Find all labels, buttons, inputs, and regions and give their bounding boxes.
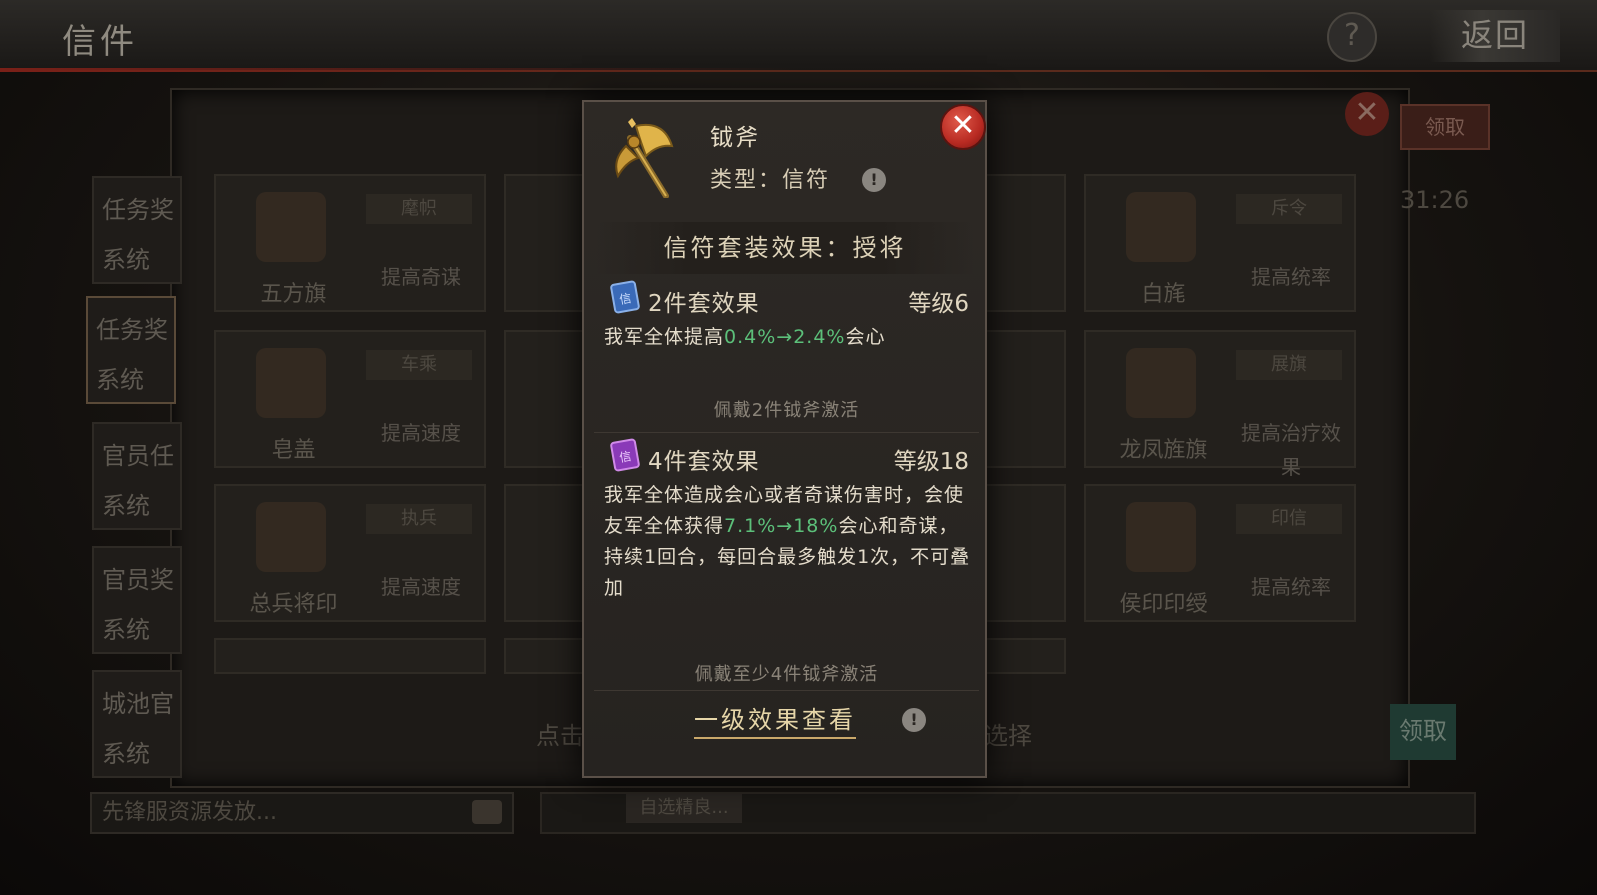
token-icon-blue: 信 [609,279,641,315]
item-tag: 斥令 [1236,194,1342,224]
sidebar-item[interactable]: 官员任 系统 [92,422,182,530]
banner-icon [1126,192,1196,262]
gold-seal-icon [1126,502,1196,572]
sidebar-item-title: 城池官 [102,690,174,718]
item-card[interactable]: 执兵 总兵将印 提高速度 [214,484,486,622]
item-card-partial[interactable] [980,174,1066,312]
select-button[interactable]: 自选精良... [626,793,742,823]
item-effect: 提高速度 [381,421,461,445]
effect2-title: 2件套效果 [648,291,760,317]
sidebar-item[interactable]: 任务奖 系统 [92,176,182,284]
item-card-partial[interactable] [504,330,594,468]
panel-close-button[interactable]: ✕ [1345,92,1389,136]
claim-top-button[interactable]: 领取 [1400,104,1490,150]
item-type: 类型：信符 [710,168,831,193]
sidebar-item-subtitle: 系统 [102,246,150,274]
back-button[interactable]: 返回 [1430,10,1560,62]
divider [594,690,979,691]
sidebar-item[interactable]: 城池官 系统 [92,670,182,778]
effect2-level: 等级6 [908,291,969,317]
sidebar-item-title: 任务奖 [96,316,168,344]
item-name: 皂盖 [271,438,316,463]
item-card-partial[interactable] [504,638,594,674]
axe-icon [615,118,674,198]
item-card[interactable]: 展旗 龙凤旌旗 提高治疗效果 [1084,330,1356,479]
item-tag: 展旗 [1236,350,1342,380]
sidebar-item-title: 任务奖 [102,196,174,224]
set-effect-header: 信符套装效果：授将 [596,222,974,274]
effect4-description: 我军全体造成会心或者奇谋伤害时，会使友军全体获得7.1%→18%会心和奇谋，持续… [604,484,971,599]
item-name: 侯印印绶 [1119,592,1208,617]
level-one-effect-link[interactable]: 一级效果查看 [694,700,856,739]
sidebar-item-subtitle: 系统 [96,366,144,394]
bottom-hint-right: 选择 [984,722,1032,750]
canopy-icon [256,348,326,418]
item-card[interactable]: 麾帜 五方旗 提高奇谋 [214,174,486,312]
item-effect: 提高治疗效果 [1241,421,1341,479]
sidebar-item[interactable]: 官员奖 系统 [92,546,182,654]
item-name: 龙凤旌旗 [1119,438,1208,463]
item-card-partial[interactable] [504,484,594,622]
effect2-activation-note: 佩戴2件钺斧激活 [713,400,860,421]
seal-icon [256,502,326,572]
item-card-partial[interactable] [214,638,486,674]
item-detail-modal: 钺斧 类型：信符 ! ✕ 信符套装效果：授将 信 2件套效果 等级6 我军全体提… [582,100,987,778]
item-card[interactable]: 斥令 白旄 提高统率 [1084,174,1356,312]
message-input[interactable]: 先锋服资源发放... [90,792,514,834]
item-title: 钺斧 [710,125,760,151]
item-tag: 麾帜 [366,194,472,224]
item-card-partial[interactable] [980,484,1066,622]
item-effect: 提高统率 [1251,265,1331,289]
item-card[interactable]: 车乘 皂盖 提高速度 [214,330,486,468]
top-bar-accent [0,68,800,72]
token-icon-purple: 信 [609,437,641,473]
item-card[interactable]: 印信 侯印印绶 提高统率 [1084,484,1356,622]
sidebar-item-title: 官员奖 [102,566,174,594]
item-card-partial[interactable] [980,330,1066,468]
item-effect: 提高奇谋 [381,265,461,289]
item-tag: 车乘 [366,350,472,380]
sidebar-item-active[interactable]: 任务奖 系统 [86,296,176,404]
claim-button[interactable]: 领取 [1390,704,1456,760]
effect4-title: 4件套效果 [648,449,760,475]
help-button[interactable]: ? [1327,12,1377,62]
item-name: 白旄 [1141,282,1186,307]
close-button[interactable]: ✕ [940,104,986,150]
effect4-activation-note: 佩戴至少4件钺斧激活 [694,664,879,685]
effect2-description: 我军全体提高0.4%→2.4%会心 [604,326,886,348]
divider [594,432,979,433]
dragon-flag-icon [1126,348,1196,418]
item-tag: 执兵 [366,504,472,534]
bottom-hint-left: 点击 [536,722,584,750]
info-icon[interactable]: ! [862,168,886,192]
flag-icon [256,192,326,262]
item-tag: 印信 [1236,504,1342,534]
sidebar-item-subtitle: 系统 [102,492,150,520]
info-icon[interactable]: ! [902,708,926,732]
mail-icon[interactable] [472,800,502,824]
item-card-partial[interactable] [980,638,1066,674]
sidebar-item-subtitle: 系统 [102,740,150,768]
item-effect: 提高统率 [1251,575,1331,599]
sidebar-item-title: 官员任 [102,442,174,470]
sidebar-item-subtitle: 系统 [102,616,150,644]
item-effect: 提高速度 [381,575,461,599]
timer-text: 31:26 [1400,186,1470,214]
item-name: 五方旗 [260,282,327,307]
item-card-partial[interactable] [504,174,594,312]
item-name: 总兵将印 [249,592,338,617]
effect4-level: 等级18 [893,449,969,475]
page-title: 信件 [62,22,138,62]
